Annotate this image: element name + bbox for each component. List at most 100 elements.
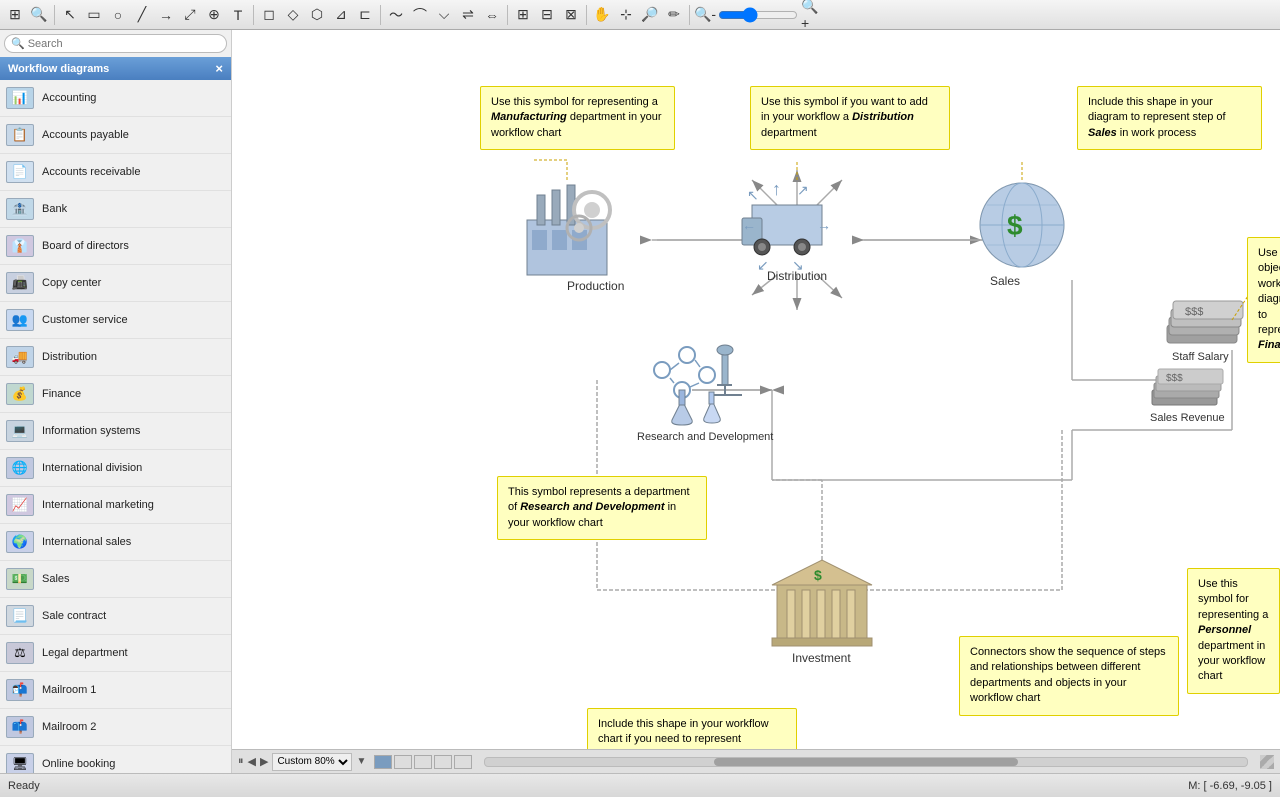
list-item-mailroom_1[interactable]: 📬Mailroom 1	[0, 672, 231, 709]
shape-tool-3[interactable]: ⬡	[306, 4, 328, 26]
list-item-label-finance: Finance	[42, 388, 81, 400]
grid-view-btn[interactable]: ⊞	[4, 4, 26, 26]
group-tool-1[interactable]: ⊞	[512, 4, 534, 26]
list-item-label-accounts_payable: Accounts payable	[42, 129, 129, 141]
text-tool[interactable]: T	[227, 4, 249, 26]
list-item-label-online_booking: Online booking	[42, 758, 115, 770]
list-item-icon-bank: 🏦	[6, 195, 34, 223]
left-panel: 🔍 Workflow diagrams × 📊Accounting📋Accoun…	[0, 30, 232, 773]
list-item-sale_contract[interactable]: 📃Sale contract	[0, 598, 231, 635]
connector-tool[interactable]: ⤢	[179, 4, 201, 26]
list-item-accounts_receivable[interactable]: 📄Accounts receivable	[0, 154, 231, 191]
shape-tool-4[interactable]: ⊿	[330, 4, 352, 26]
pan-tool[interactable]: ✋	[591, 4, 613, 26]
page-indicator-1[interactable]	[374, 755, 392, 769]
list-item-label-accounting: Accounting	[42, 92, 96, 104]
svg-text:←: ←	[742, 217, 756, 233]
list-item-icon-international_sales: 🌍	[6, 528, 34, 556]
arrow-tool[interactable]: →	[155, 4, 177, 26]
svg-text:↖: ↖	[747, 187, 759, 203]
svg-text:↑: ↑	[772, 179, 781, 199]
close-panel-btn[interactable]: ×	[215, 61, 223, 76]
line-tool[interactable]: ╱	[131, 4, 153, 26]
list-item-customer_service[interactable]: 👥Customer service	[0, 302, 231, 339]
list-item-label-accounts_receivable: Accounts receivable	[42, 166, 140, 178]
svg-text:→: →	[817, 217, 831, 233]
list-item-finance[interactable]: 💰 Finance	[0, 376, 231, 413]
svg-text:Staff Salary: Staff Salary	[1172, 351, 1229, 363]
select-tool[interactable]: ⊹	[615, 4, 637, 26]
list-item-icon-distribution: 🚚	[6, 343, 34, 371]
draw-tool-4[interactable]: ⇌	[457, 4, 479, 26]
svg-text:Research and Development: Research and Development	[637, 431, 773, 443]
zoom-out-btn[interactable]: 🔍-	[694, 4, 716, 26]
group-tool-3[interactable]: ⊠	[560, 4, 582, 26]
list-item-international_marketing[interactable]: 📈International marketing	[0, 487, 231, 524]
tooltip-manufacturing: Use this symbol for representing a Manuf…	[480, 86, 675, 150]
svg-text:Production: Production	[567, 279, 624, 293]
shape-tool-2[interactable]: ◇	[282, 4, 304, 26]
search-btn[interactable]: 🔍	[28, 4, 50, 26]
list-item-icon-accounts_payable: 📋	[6, 121, 34, 149]
list-item-icon-international_division: 🌐	[6, 454, 34, 482]
page-indicator-2[interactable]	[394, 755, 412, 769]
cursor-tool[interactable]: ↖	[59, 4, 81, 26]
svg-text:$: $	[814, 567, 822, 583]
list-item-icon-international_marketing: 📈	[6, 491, 34, 519]
pencil-tool[interactable]: ✏	[663, 4, 685, 26]
svg-text:Sales Revenue: Sales Revenue	[1150, 412, 1225, 424]
ellipse-tool[interactable]: ○	[107, 4, 129, 26]
list-item-icon-sales: 💵	[6, 565, 34, 593]
page-indicator-5[interactable]	[454, 755, 472, 769]
list-item-bank[interactable]: 🏦 Bank	[0, 191, 231, 228]
draw-tool-5[interactable]: ⇔	[481, 4, 503, 26]
list-item-international_sales[interactable]: 🌍International sales	[0, 524, 231, 561]
list-item-distribution[interactable]: 🚚Distribution	[0, 339, 231, 376]
rect-tool[interactable]: ▭	[83, 4, 105, 26]
zoom-select[interactable]: Custom 80% 50% 75% 100% 125% 150%	[272, 753, 352, 771]
list-item-label-board_of_directors: Board of directors	[42, 240, 129, 252]
draw-tool-3[interactable]: ⌵	[433, 4, 455, 26]
zoom-tool[interactable]: 🔎	[639, 4, 661, 26]
list-item-copy_center[interactable]: 📠Copy center	[0, 265, 231, 302]
list-item-label-bank: Bank	[42, 203, 67, 215]
list-item-accounts_payable[interactable]: 📋 Accounts payable	[0, 117, 231, 154]
zoom-slider[interactable]	[718, 7, 798, 23]
list-item-icon-accounting: 📊	[6, 84, 34, 112]
waypoint-tool[interactable]: ⊕	[203, 4, 225, 26]
resize-handle[interactable]	[1260, 755, 1274, 769]
list-item-label-mailroom_2: Mailroom 2	[42, 721, 96, 733]
list-item-icon-board_of_directors: 👔	[6, 232, 34, 260]
list-item-information_systems[interactable]: 💻Information systems	[0, 413, 231, 450]
list-item-international_division[interactable]: 🌐International division	[0, 450, 231, 487]
list-item-mailroom_2[interactable]: 📫Mailroom 2	[0, 709, 231, 746]
next-btn[interactable]: ▶	[260, 755, 268, 768]
list-item-sales[interactable]: 💵Sales	[0, 561, 231, 598]
group-tool-2[interactable]: ⊟	[536, 4, 558, 26]
search-box[interactable]: 🔍	[4, 34, 227, 53]
shape-tool-1[interactable]: ◻	[258, 4, 280, 26]
tooltip-distribution: Use this symbol if you want to add in yo…	[750, 86, 950, 150]
shape-tool-5[interactable]: ⊏	[354, 4, 376, 26]
list-item-label-legal_department: Legal department	[42, 647, 128, 659]
list-item-board_of_directors[interactable]: 👔 Board of directors	[0, 228, 231, 265]
list-item-icon-mailroom_1: 📬	[6, 676, 34, 704]
h-scrollbar[interactable]	[484, 757, 1248, 767]
list-item-accounting[interactable]: 📊 Accounting	[0, 80, 231, 117]
zoom-in-btn[interactable]: 🔍+	[800, 4, 822, 26]
draw-tool-1[interactable]: 〜	[385, 4, 407, 26]
draw-tool-2[interactable]: ⌒	[409, 4, 431, 26]
list-item-label-information_systems: Information systems	[42, 425, 140, 437]
svg-text:Distribution: Distribution	[767, 269, 827, 283]
play-btn[interactable]: ⏸	[238, 755, 244, 768]
page-indicator-3[interactable]	[414, 755, 432, 769]
list-item-icon-finance: 💰	[6, 380, 34, 408]
search-input[interactable]	[28, 38, 220, 50]
status-bar: Ready M: [ -6.69, -9.05 ]	[0, 773, 1280, 797]
list-item-label-sale_contract: Sale contract	[42, 610, 106, 622]
canvas-area[interactable]: Production ↑ ← → ↙ ↘ ↗ ↖ Distribu	[232, 30, 1280, 773]
page-indicator-4[interactable]	[434, 755, 452, 769]
prev-btn[interactable]: ◀	[248, 755, 256, 768]
list-item-online_booking[interactable]: 🖥Online booking	[0, 746, 231, 773]
list-item-legal_department[interactable]: ⚖Legal department	[0, 635, 231, 672]
